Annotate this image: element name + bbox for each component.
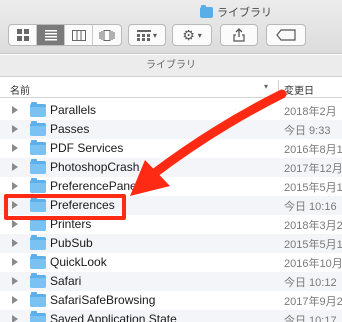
file-name: PubSub	[50, 236, 93, 250]
file-row[interactable]: PubSub 2015年5月1	[0, 234, 342, 253]
file-row[interactable]: SafariSafeBrowsing 2017年9月2	[0, 291, 342, 310]
file-name: PhotoshopCrash	[50, 160, 140, 174]
file-row[interactable]: Saved Application State 今日 10:17	[0, 310, 342, 322]
folder-icon	[30, 140, 46, 155]
arrange-button-inner[interactable]: ▾	[129, 25, 165, 45]
disclosure-triangle-icon[interactable]	[12, 163, 18, 171]
column-header-name[interactable]: 名前	[10, 82, 30, 97]
finder-toolbar: ライブラリ ▾ ⚙ ▾	[0, 0, 342, 54]
file-date: 2015年5月1	[284, 239, 342, 251]
folder-icon	[30, 178, 46, 193]
file-row[interactable]: PDF Services 2016年8月1	[0, 139, 342, 158]
file-row[interactable]: QuickLook 2016年10月	[0, 253, 342, 272]
tags-button[interactable]	[266, 24, 306, 46]
file-date: 2018年2月	[284, 106, 337, 118]
list-view-button[interactable]	[37, 25, 65, 45]
file-name: Passes	[50, 122, 90, 136]
coverflow-view-button[interactable]	[93, 25, 121, 45]
column-view-button[interactable]	[65, 25, 93, 45]
file-date: 2016年8月1	[284, 144, 342, 156]
highlight-box	[4, 194, 126, 220]
action-button[interactable]: ⚙ ▾	[172, 24, 212, 46]
disclosure-triangle-icon[interactable]	[12, 106, 18, 114]
list-header: 名前 ▾ 変更日	[0, 78, 342, 98]
view-mode-segment	[8, 24, 122, 46]
tags-button-inner[interactable]	[267, 25, 305, 45]
list-view-icon	[44, 29, 57, 40]
disclosure-triangle-icon[interactable]	[12, 277, 18, 285]
disclosure-triangle-icon[interactable]	[12, 125, 18, 133]
disclosure-triangle-icon[interactable]	[12, 315, 18, 322]
share-button-inner[interactable]	[221, 25, 257, 45]
file-date: 今日 10:17	[284, 315, 337, 322]
file-name: SafariSafeBrowsing	[50, 293, 156, 307]
path-bar: ライブラリ	[0, 55, 342, 77]
library-folder-icon	[200, 4, 213, 18]
arrange-button[interactable]: ▾	[128, 24, 166, 46]
file-name: Saved Application State	[50, 312, 177, 322]
file-name: QuickLook	[50, 255, 107, 269]
disclosure-triangle-icon[interactable]	[12, 182, 18, 190]
disclosure-triangle-icon[interactable]	[12, 144, 18, 152]
folder-icon	[30, 292, 46, 307]
gear-icon: ⚙	[182, 26, 195, 43]
column-divider[interactable]	[278, 80, 279, 96]
file-name: Parallels	[50, 103, 97, 117]
folder-icon	[30, 235, 46, 250]
coverflow-view-icon	[99, 29, 115, 41]
window-title-label: ライブラリ	[217, 7, 272, 19]
file-name: PreferencePane	[50, 179, 137, 193]
file-row[interactable]: PhotoshopCrash 2017年12月	[0, 158, 342, 177]
folder-icon	[30, 254, 46, 269]
arrange-grid-icon	[136, 29, 151, 41]
file-name: PDF Services	[50, 141, 124, 155]
file-date: 今日 10:12	[284, 277, 337, 289]
icon-view-icon	[16, 29, 29, 41]
folder-icon	[30, 102, 46, 117]
disclosure-triangle-icon[interactable]	[12, 220, 18, 228]
icon-view-button[interactable]	[9, 25, 37, 45]
tag-icon	[276, 29, 296, 41]
file-row[interactable]: Passes 今日 9:33	[0, 120, 342, 139]
file-name: Safari	[50, 274, 82, 288]
chevron-down-icon: ▾	[197, 30, 202, 40]
disclosure-triangle-icon[interactable]	[12, 239, 18, 247]
window-title: ライブラリ	[200, 4, 272, 20]
file-date: 2015年5月1	[284, 182, 342, 194]
file-date: 2018年3月2	[284, 220, 342, 232]
column-header-date[interactable]: 変更日	[284, 82, 314, 97]
folder-icon	[30, 311, 46, 322]
folder-icon	[30, 159, 46, 174]
chevron-down-icon: ▾	[152, 30, 157, 40]
folder-icon	[30, 273, 46, 288]
file-date: 2016年10月	[284, 258, 342, 270]
folder-icon	[30, 121, 46, 136]
file-date: 2017年9月2	[284, 296, 342, 308]
disclosure-triangle-icon[interactable]	[12, 296, 18, 304]
share-button[interactable]	[220, 24, 258, 46]
sort-indicator-icon: ▾	[264, 82, 269, 91]
file-date: 今日 9:33	[284, 125, 331, 137]
file-row[interactable]: Safari 今日 10:12	[0, 272, 342, 291]
disclosure-triangle-icon[interactable]	[12, 258, 18, 266]
file-row[interactable]: Parallels 2018年2月	[0, 101, 342, 120]
action-button-inner[interactable]: ⚙ ▾	[173, 25, 211, 45]
file-date: 2017年12月	[284, 163, 342, 175]
share-icon	[233, 28, 245, 42]
column-view-icon	[71, 29, 86, 41]
file-date: 今日 10:16	[284, 201, 337, 213]
